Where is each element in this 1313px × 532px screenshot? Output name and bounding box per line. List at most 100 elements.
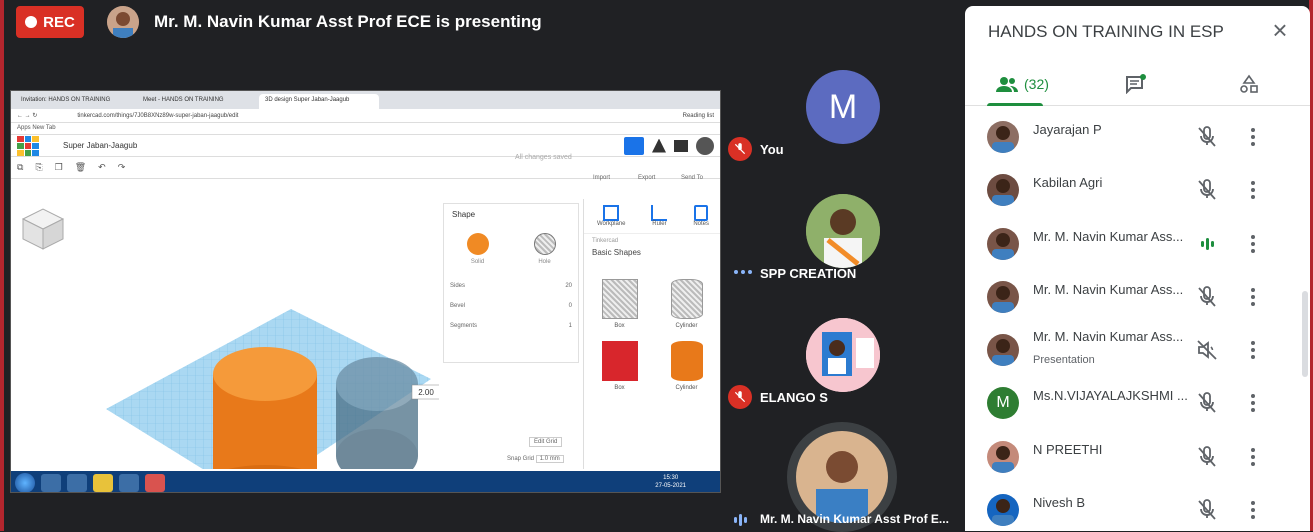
participant-name: Mr. M. Navin Kumar Asst Prof E...: [760, 512, 949, 526]
volume-off-icon[interactable]: [1195, 338, 1219, 362]
speaking-dots-icon: [734, 270, 752, 274]
more-options-icon[interactable]: [1245, 232, 1261, 256]
view-cube-icon: [21, 208, 65, 250]
param-value: 20: [565, 283, 572, 289]
reading-list-label: Reading list: [682, 112, 714, 119]
participant-name: Mr. M. Navin Kumar Ass...: [1033, 281, 1184, 297]
participant-name: Nivesh B: [1033, 495, 1086, 511]
param-label: Bevel: [450, 303, 466, 309]
param-value: 1: [568, 323, 572, 329]
browser-tabbar: Invitation: HANDS ON TRAINING Meet - HAN…: [11, 91, 720, 109]
ruler-icon: [651, 205, 668, 221]
participant-tile-you[interactable]: M: [806, 70, 880, 144]
avatar: [796, 431, 888, 523]
snap-grid-text: Snap Grid: [507, 456, 535, 462]
more-options-icon[interactable]: [1245, 285, 1261, 309]
browser-tab: Meet - HANDS ON TRAINING: [137, 94, 257, 109]
notes-tool: Notes: [693, 205, 709, 227]
export-button: Export: [638, 175, 656, 181]
chrome-taskbar-icon: [93, 473, 113, 492]
tab-chat[interactable]: [1125, 70, 1147, 98]
participant-name: Kabilan Agri: [1033, 175, 1103, 191]
list-item[interactable]: Nivesh B: [965, 483, 1303, 531]
list-item[interactable]: N PREETHI: [965, 430, 1303, 483]
participant-name: N PREETHI: [1033, 441, 1103, 457]
box-shape: [601, 341, 638, 381]
panel-title: HANDS ON TRAINING IN ESP: [988, 22, 1224, 41]
url-text: tinkercad.com/things/7J0B8XNz89w-super-j…: [77, 112, 239, 119]
shape-inspector: Shape Solid Hole Sides 20 Bevel 0 Segmen…: [443, 203, 579, 363]
copy-icon: ⧉: [17, 162, 24, 172]
list-item[interactable]: Mr. M. Navin Kumar Ass...: [965, 217, 1303, 270]
mic-off-icon[interactable]: [1195, 445, 1219, 469]
participant-name: Mr. M. Navin Kumar Ass...: [1033, 329, 1184, 345]
solid-swatch: [466, 233, 489, 255]
avatar: [987, 440, 1019, 473]
more-options-icon[interactable]: [1245, 498, 1261, 522]
paste-icon: ⎘: [35, 162, 43, 172]
more-options-icon[interactable]: [1245, 125, 1261, 149]
workplane-canvas: 2.00: [11, 199, 441, 492]
cylinder-hole-shape: [670, 279, 703, 319]
presenting-banner: Mr. M. Navin Kumar Asst Prof ECE is pres…: [154, 12, 542, 31]
tinkercad-toolbar: ⧉ ⎘ ❐ 🗑 ↶ ↷: [11, 157, 720, 179]
presenter-avatar: [107, 6, 139, 38]
participant-subtitle: Presentation: [1033, 354, 1095, 367]
pickaxe-icon: [652, 138, 666, 153]
more-options-icon[interactable]: [1245, 445, 1261, 469]
participant-tile-spp[interactable]: [806, 194, 880, 268]
mic-off-icon[interactable]: [1195, 125, 1219, 149]
participant-tile-elango[interactable]: [806, 318, 880, 392]
send-to-button: Send To: [681, 175, 703, 181]
tab-people[interactable]: (32): [996, 70, 1049, 98]
tab-activities[interactable]: [1239, 70, 1259, 98]
list-item[interactable]: Kabilan Agri: [965, 163, 1303, 216]
import-button: Import: [593, 175, 611, 181]
design-name: Super Jaban-Jaagub: [63, 141, 138, 150]
bookmarks-bar: Apps New Tab: [11, 123, 720, 135]
avatar: [987, 494, 1019, 527]
avatar: [987, 121, 1019, 153]
people-panel: HANDS ON TRAINING IN ESP × (32) Jayaraja…: [965, 6, 1310, 531]
mic-off-icon[interactable]: [1195, 178, 1219, 202]
shape-panel-title: Shape: [452, 210, 476, 219]
taskbar-app-icon: [145, 473, 165, 492]
library-source: Tinkercad: [592, 238, 619, 244]
list-item[interactable]: Mr. M. Navin Kumar Ass... Presentation: [965, 323, 1303, 376]
start-button-icon: [15, 472, 35, 492]
taskbar-app-icon: [67, 473, 87, 492]
list-item[interactable]: Jayarajan P: [965, 110, 1303, 163]
notes-icon: [694, 205, 709, 221]
more-options-icon[interactable]: [1245, 178, 1261, 202]
avatar: [987, 334, 1019, 367]
mic-off-icon: [728, 137, 752, 161]
hole-label: Hole: [538, 259, 551, 265]
panel-scrollbar[interactable]: [1302, 291, 1308, 377]
mic-off-icon[interactable]: [1195, 391, 1219, 415]
panel-tabs: (32): [965, 62, 1310, 106]
ruler-tool: Ruler: [651, 205, 668, 227]
participant-name: Jayarajan P: [1033, 122, 1102, 137]
grid-view-icon: [624, 136, 644, 155]
mic-off-icon[interactable]: [1195, 498, 1219, 522]
shape-label: Cylinder: [675, 385, 698, 391]
list-item[interactable]: M Ms.N.VIJAYALAJKSHMI ...: [965, 376, 1303, 429]
user-avatar-icon: [696, 136, 714, 155]
snap-grid-value: 1.0 mm: [535, 455, 564, 463]
mic-off-icon[interactable]: [1195, 285, 1219, 309]
redo-icon: ↷: [117, 162, 126, 172]
close-icon[interactable]: ×: [1268, 17, 1292, 43]
audio-level-icon[interactable]: [1195, 232, 1219, 256]
shape-library-panel: Workplane Ruler Notes Tinkercad Basic Sh…: [583, 199, 720, 469]
more-options-icon[interactable]: [1245, 391, 1261, 415]
mic-off-icon: [728, 385, 752, 409]
bricks-icon: [674, 139, 688, 152]
people-count: (32): [1024, 76, 1049, 92]
hole-cylinder: [336, 357, 418, 483]
library-name: Basic Shapes: [592, 248, 641, 257]
list-item[interactable]: Mr. M. Navin Kumar Ass...: [965, 270, 1303, 323]
more-options-icon[interactable]: [1245, 338, 1261, 362]
participant-name: Ms.N.VIJAYALAJKSHMI ...: [1033, 388, 1188, 404]
workplane-icon: [603, 205, 620, 221]
browser-tab-active: 3D design Super Jaban-Jaagub: [259, 94, 379, 109]
